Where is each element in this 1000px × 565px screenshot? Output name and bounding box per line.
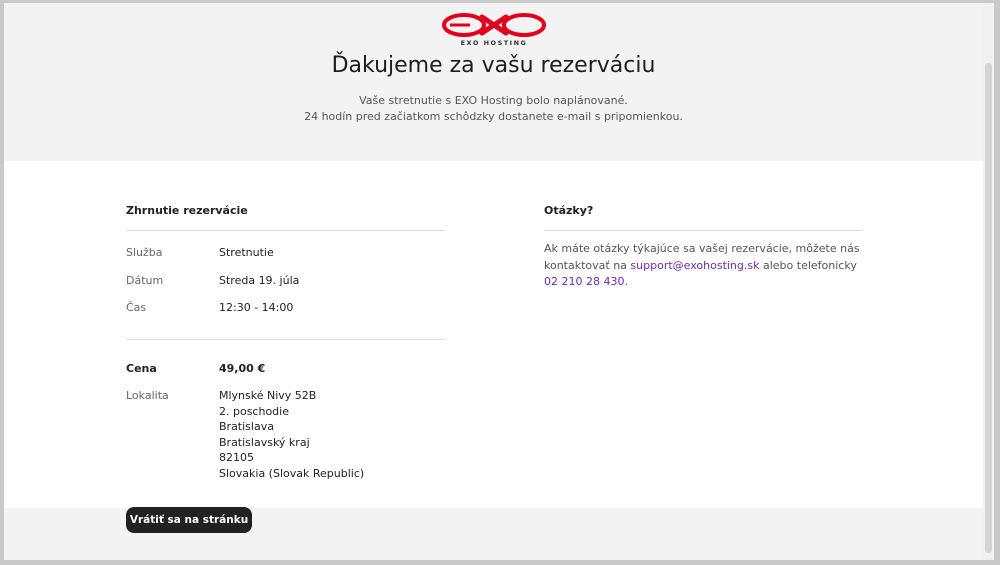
scrollbar[interactable] bbox=[983, 3, 994, 560]
price-label: Cena bbox=[126, 362, 157, 375]
address-line: Bratislava bbox=[219, 420, 274, 433]
support-phone-link[interactable]: 02 210 28 430 bbox=[544, 275, 624, 288]
location-label: Lokalita bbox=[126, 389, 169, 402]
browser-viewport: EXO HOSTING Ďakujeme za vašu rezerváciu … bbox=[4, 3, 994, 560]
location-address: Mlynské Nivy 52B 2. poschodie Bratislava… bbox=[219, 388, 364, 481]
questions-title: Otázky? bbox=[544, 204, 594, 217]
confirmation-message: Vaše stretnutie s EXO Hosting bolo naplá… bbox=[359, 94, 628, 107]
price-value: 49,00 € bbox=[219, 362, 266, 375]
price-divider bbox=[126, 339, 445, 340]
questions-text-after: . bbox=[624, 275, 628, 288]
reminder-message: 24 hodín pred začiatkom schôdzky dostane… bbox=[304, 110, 683, 123]
date-label: Dátum bbox=[126, 274, 164, 287]
page-title: Ďakujeme za vašu rezerváciu bbox=[331, 53, 656, 78]
address-line: Bratislavský kraj bbox=[219, 435, 310, 449]
scrollbar-thumb[interactable] bbox=[985, 63, 992, 553]
date-value: Streda 19. júla bbox=[219, 274, 300, 287]
questions-text: Ak máte otázky týkajúce sa vašej rezervá… bbox=[544, 241, 864, 291]
back-to-site-button[interactable]: Vrátiť sa na stránku bbox=[126, 507, 252, 533]
time-value: 12:30 - 14:00 bbox=[219, 301, 294, 314]
summary-title: Zhrnutie rezervácie bbox=[126, 204, 248, 217]
service-label: Služba bbox=[126, 246, 163, 259]
time-label: Čas bbox=[126, 301, 147, 314]
service-value: Stretnutie bbox=[219, 246, 274, 259]
logo-text: EXO HOSTING bbox=[460, 39, 528, 47]
summary-divider bbox=[126, 230, 445, 231]
address-line: 82105 bbox=[219, 451, 254, 464]
support-email-link[interactable]: support@exohosting.sk bbox=[630, 259, 759, 272]
confirmation-header: EXO HOSTING Ďakujeme za vašu rezerváciu … bbox=[4, 3, 983, 161]
questions-divider bbox=[544, 230, 863, 231]
address-line: 2. poschodie bbox=[219, 404, 289, 418]
address-line: Slovakia (Slovak Republic) bbox=[219, 466, 365, 480]
address-line: Mlynské Nivy 52B bbox=[219, 389, 317, 402]
questions-text-middle: alebo telefonicky bbox=[759, 258, 857, 272]
